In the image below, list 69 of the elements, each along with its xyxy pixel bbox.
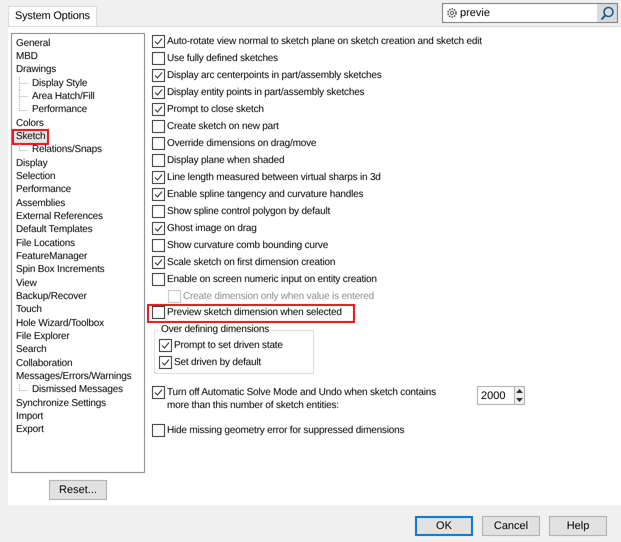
tree-item[interactable]: Performance <box>28 102 92 118</box>
number-spinner[interactable]: 2000 <box>477 386 525 405</box>
gear-icon[interactable] <box>446 7 458 19</box>
dialog-button[interactable]: Cancel <box>482 516 540 536</box>
option-label: Auto-rotate view normal to sketch plane on sketch creation and sketch edit <box>167 35 482 48</box>
down-arrow-icon[interactable] <box>516 398 523 402</box>
checkbox[interactable] <box>152 137 165 150</box>
tree-item[interactable]: General <box>12 36 54 52</box>
option-label: Show spline control polygon by default <box>167 205 330 218</box>
tree-item[interactable]: Default Templates <box>12 222 96 238</box>
checkbox[interactable] <box>152 154 165 167</box>
search-icon[interactable] <box>600 6 614 20</box>
option-label: Set driven by default <box>174 356 261 369</box>
tree-connector <box>18 90 30 104</box>
dialog-button[interactable]: OK <box>415 516 473 536</box>
tree-item[interactable]: Sketch <box>12 128 50 145</box>
option-label: Display arc centerpoints in part/assembly sketches <box>167 69 382 82</box>
checkbox[interactable] <box>159 339 172 352</box>
option-label: Ghost image on drag <box>167 222 257 235</box>
option-label: Override dimensions on drag/move <box>167 137 316 150</box>
checkbox[interactable] <box>152 256 165 269</box>
checkbox[interactable] <box>152 306 165 319</box>
tree-item[interactable]: Search <box>12 342 50 358</box>
tree-item[interactable]: Relations/Snaps <box>28 142 106 158</box>
checkbox[interactable] <box>152 86 165 99</box>
tree-item[interactable]: Performance <box>12 182 76 198</box>
tree-item[interactable]: Touch <box>12 302 46 318</box>
checkbox[interactable] <box>152 222 165 235</box>
option-label: Use fully defined sketches <box>167 52 278 65</box>
option-label: Line length measured between virtual sharps in 3d <box>167 171 381 184</box>
option-label: Scale sketch on first dimension creation <box>167 256 336 269</box>
option-label: Enable spline tangency and curvature handles <box>167 188 364 201</box>
option-label: Preview sketch dimension when selected <box>167 306 342 319</box>
group-title: Over defining dimensions <box>159 324 272 336</box>
search-box[interactable]: previe <box>442 3 618 23</box>
checkbox[interactable] <box>152 171 165 184</box>
checkbox[interactable] <box>152 103 165 116</box>
option-label: Create sketch on new part <box>167 120 279 133</box>
option-label: Hide missing geometry error for suppressed dimensions <box>167 424 404 437</box>
checkbox[interactable] <box>152 35 165 48</box>
reset-button[interactable]: Reset... <box>49 480 107 500</box>
checkbox[interactable] <box>152 52 165 65</box>
checkbox[interactable] <box>152 69 165 82</box>
tree-item[interactable]: Drawings <box>12 62 60 78</box>
option-label: Enable on screen numeric input on entity creation <box>167 273 377 286</box>
tree-item[interactable]: Export <box>12 422 48 438</box>
option-label: Turn off Automatic Solve Mode and Undo when sketch contains more than this number of sketch entities: <box>167 386 437 412</box>
checkbox[interactable] <box>159 356 172 369</box>
checkbox[interactable] <box>152 273 165 286</box>
option-label: Create dimension only when value is entered <box>183 290 374 303</box>
tree-connector <box>18 77 30 90</box>
tree-item[interactable]: Dismissed Messages <box>28 382 127 398</box>
tab[interactable]: System Options <box>8 6 97 26</box>
dialog-button[interactable]: Help <box>549 516 607 536</box>
checkbox[interactable] <box>152 120 165 133</box>
checkbox[interactable] <box>152 188 165 201</box>
option-label: Prompt to close sketch <box>167 103 264 116</box>
checkbox[interactable] <box>152 205 165 218</box>
up-arrow-icon[interactable] <box>516 389 523 394</box>
option-label: Show curvature comb bounding curve <box>167 239 328 252</box>
option-label: Display entity points in part/assembly sketches <box>167 86 364 99</box>
tree-item[interactable]: MBD <box>12 49 42 65</box>
tree-item[interactable]: Spin Box Increments <box>12 262 108 278</box>
checkbox[interactable] <box>152 386 165 399</box>
checkbox[interactable] <box>152 239 165 252</box>
option-label: Display plane when shaded <box>167 154 284 167</box>
checkbox[interactable] <box>152 424 165 437</box>
search-field[interactable]: previe <box>458 7 597 19</box>
option-label: Prompt to set driven state <box>174 339 283 352</box>
